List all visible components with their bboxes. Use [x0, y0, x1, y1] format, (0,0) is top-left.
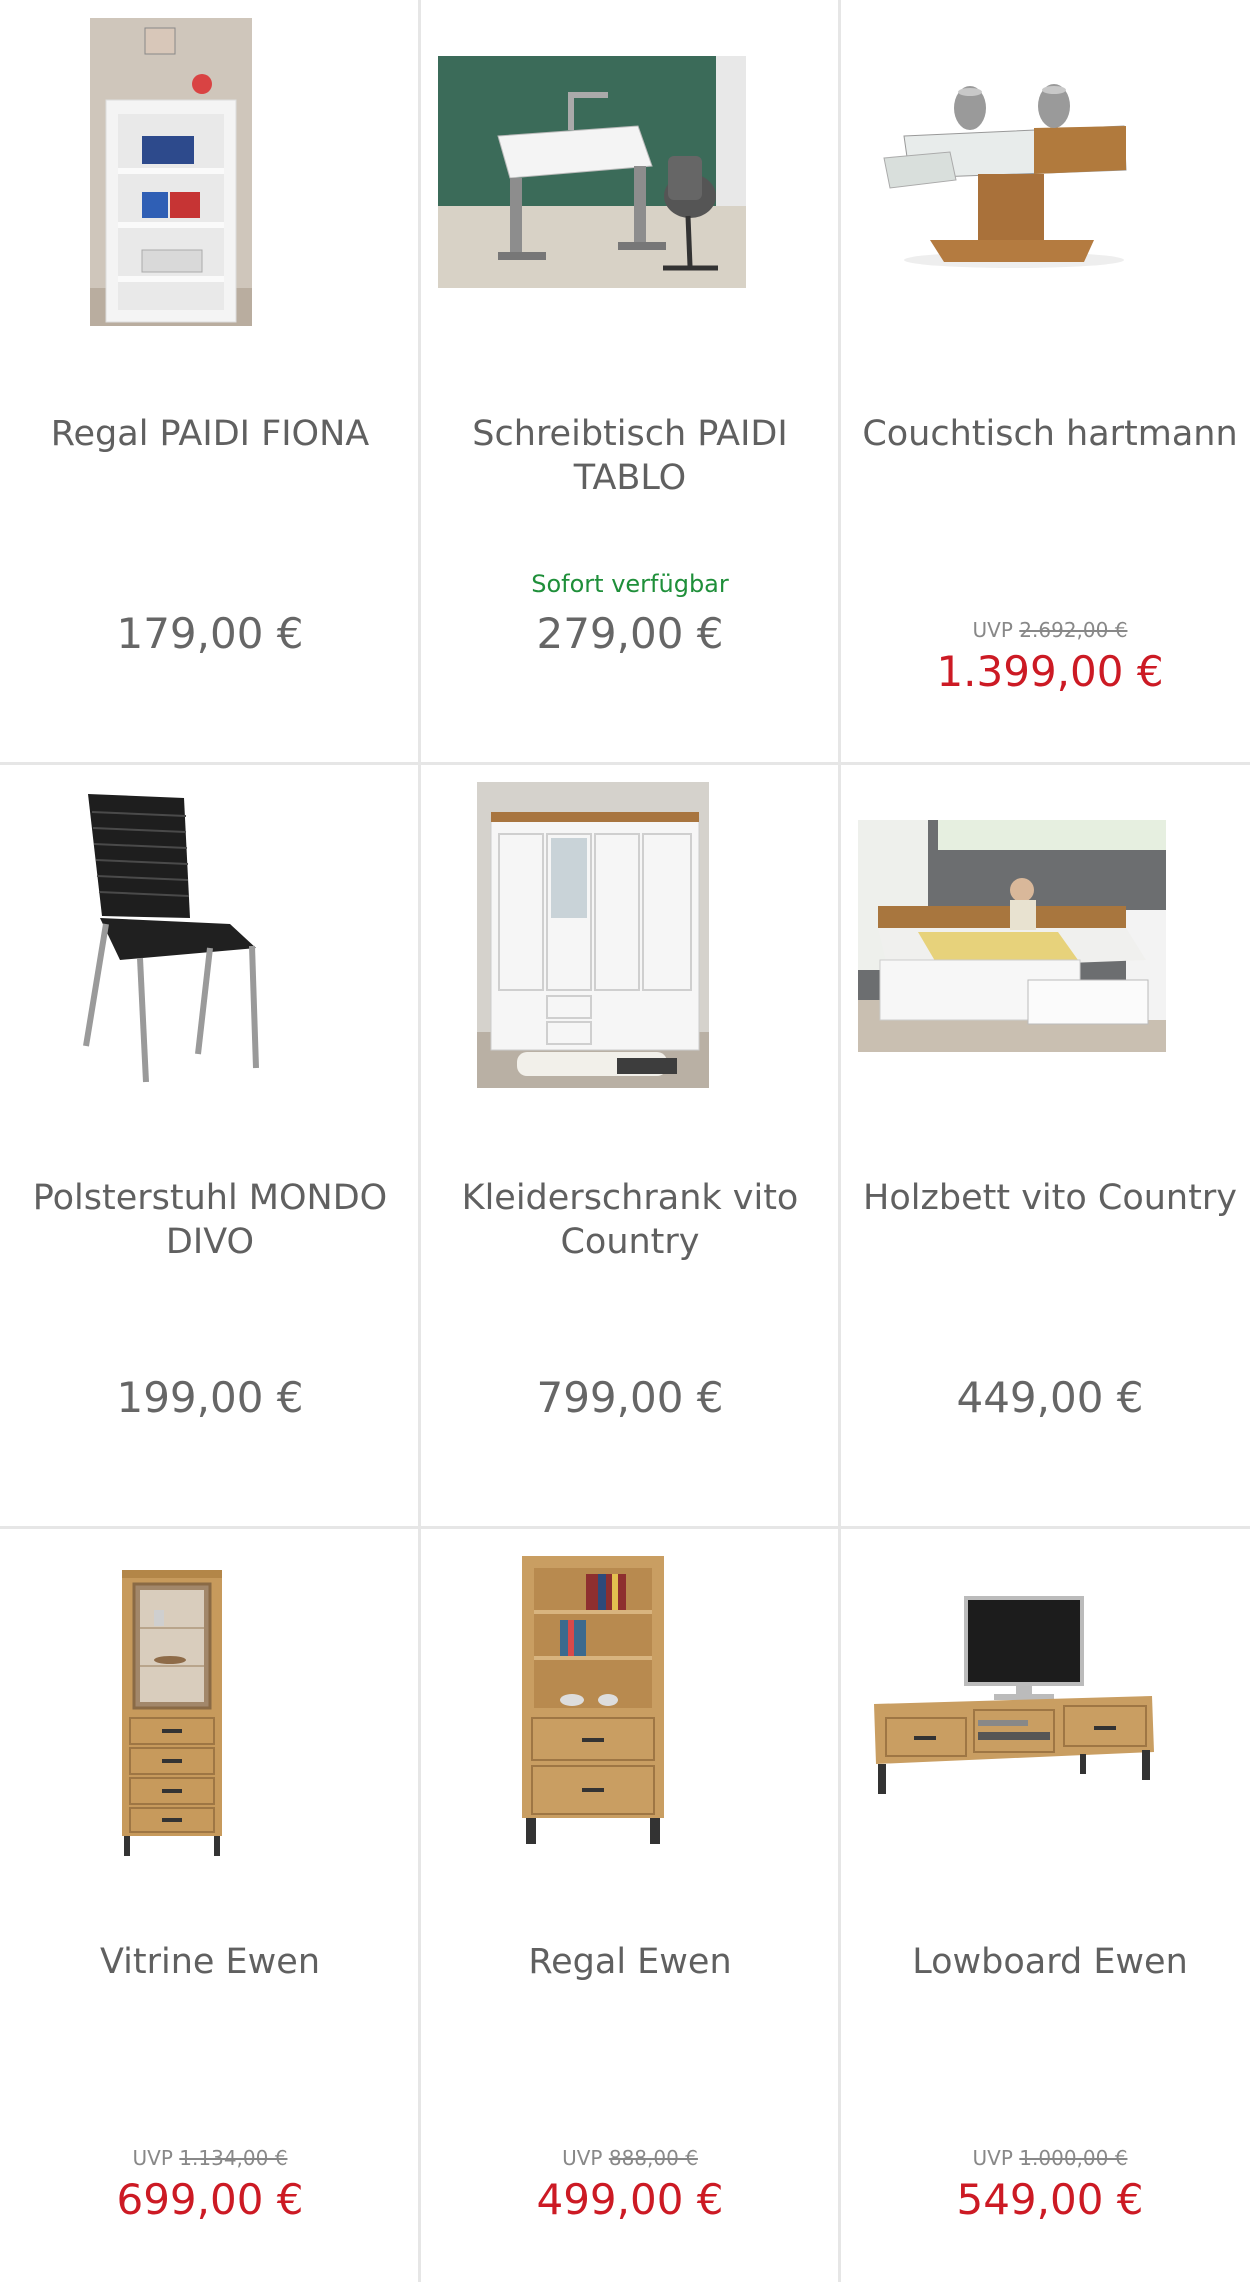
product-image[interactable] — [516, 1554, 670, 1846]
product-title[interactable]: Regal Ewen — [440, 1940, 820, 1984]
product-card[interactable]: Lowboard Ewen UVP 1.000,00 € 549,00 € — [840, 1528, 1250, 2292]
uvp-price: UVP 1.000,00 € — [840, 2146, 1250, 2170]
product-card[interactable]: Regal PAIDI FIONA 179,00 € — [0, 0, 420, 764]
product-image[interactable] — [870, 1592, 1158, 1822]
product-card[interactable]: Schreibtisch PAIDI TABLO Sofort verfügba… — [420, 0, 840, 764]
product-price: 699,00 € — [116, 2175, 304, 2224]
uvp-old-price: 888,00 € — [608, 2146, 698, 2170]
product-title[interactable]: Vitrine Ewen — [20, 1940, 400, 1984]
uvp-label: UVP — [972, 618, 1013, 642]
uvp-old-price: 1.134,00 € — [179, 2146, 288, 2170]
product-price: 1.399,00 € — [936, 647, 1164, 696]
product-title[interactable]: Couchtisch hartmann — [860, 412, 1240, 456]
product-title[interactable]: Schreibtisch PAIDI TABLO — [440, 412, 820, 500]
product-card[interactable]: Couchtisch hartmann UVP 2.692,00 € 1.399… — [840, 0, 1250, 764]
product-title[interactable]: Holzbett vito Country — [860, 1176, 1240, 1220]
product-price: 499,00 € — [536, 2175, 724, 2224]
product-price: 279,00 € — [536, 609, 724, 658]
product-card[interactable]: Kleiderschrank vito Country 799,00 € — [420, 764, 840, 1528]
product-card[interactable]: Vitrine Ewen UVP 1.134,00 € 699,00 € — [0, 1528, 420, 2292]
product-image[interactable] — [858, 820, 1166, 1052]
uvp-label: UVP — [132, 2146, 173, 2170]
product-price: 449,00 € — [956, 1373, 1144, 1422]
product-title[interactable]: Polsterstuhl MONDO DIVO — [20, 1176, 400, 1264]
product-card[interactable]: Regal Ewen UVP 888,00 € 499,00 € — [420, 1528, 840, 2292]
product-title[interactable]: Lowboard Ewen — [860, 1940, 1240, 1984]
uvp-price: UVP 888,00 € — [420, 2146, 840, 2170]
product-image[interactable] — [438, 56, 746, 288]
product-price: 549,00 € — [956, 2175, 1144, 2224]
uvp-price: UVP 2.692,00 € — [840, 618, 1250, 642]
uvp-label: UVP — [972, 2146, 1013, 2170]
product-card[interactable]: Polsterstuhl MONDO DIVO 199,00 € — [0, 764, 420, 1528]
product-image[interactable] — [477, 782, 709, 1088]
product-image[interactable] — [90, 18, 252, 326]
product-image[interactable] — [80, 788, 264, 1088]
product-title[interactable]: Kleiderschrank vito Country — [440, 1176, 820, 1264]
uvp-old-price: 1.000,00 € — [1019, 2146, 1128, 2170]
product-image[interactable] — [114, 1566, 230, 1858]
uvp-label: UVP — [562, 2146, 603, 2170]
product-price: 199,00 € — [116, 1373, 304, 1422]
product-price: 799,00 € — [536, 1373, 724, 1422]
uvp-price: UVP 1.134,00 € — [0, 2146, 420, 2170]
product-image[interactable] — [864, 70, 1164, 270]
product-grid: Regal PAIDI FIONA 179,00 € Schreibtisch … — [0, 0, 1250, 2282]
product-card[interactable]: Holzbett vito Country 449,00 € — [840, 764, 1250, 1528]
uvp-old-price: 2.692,00 € — [1019, 618, 1128, 642]
product-price: 179,00 € — [116, 609, 304, 658]
product-title[interactable]: Regal PAIDI FIONA — [20, 412, 400, 456]
availability-status: Sofort verfügbar — [531, 570, 729, 598]
